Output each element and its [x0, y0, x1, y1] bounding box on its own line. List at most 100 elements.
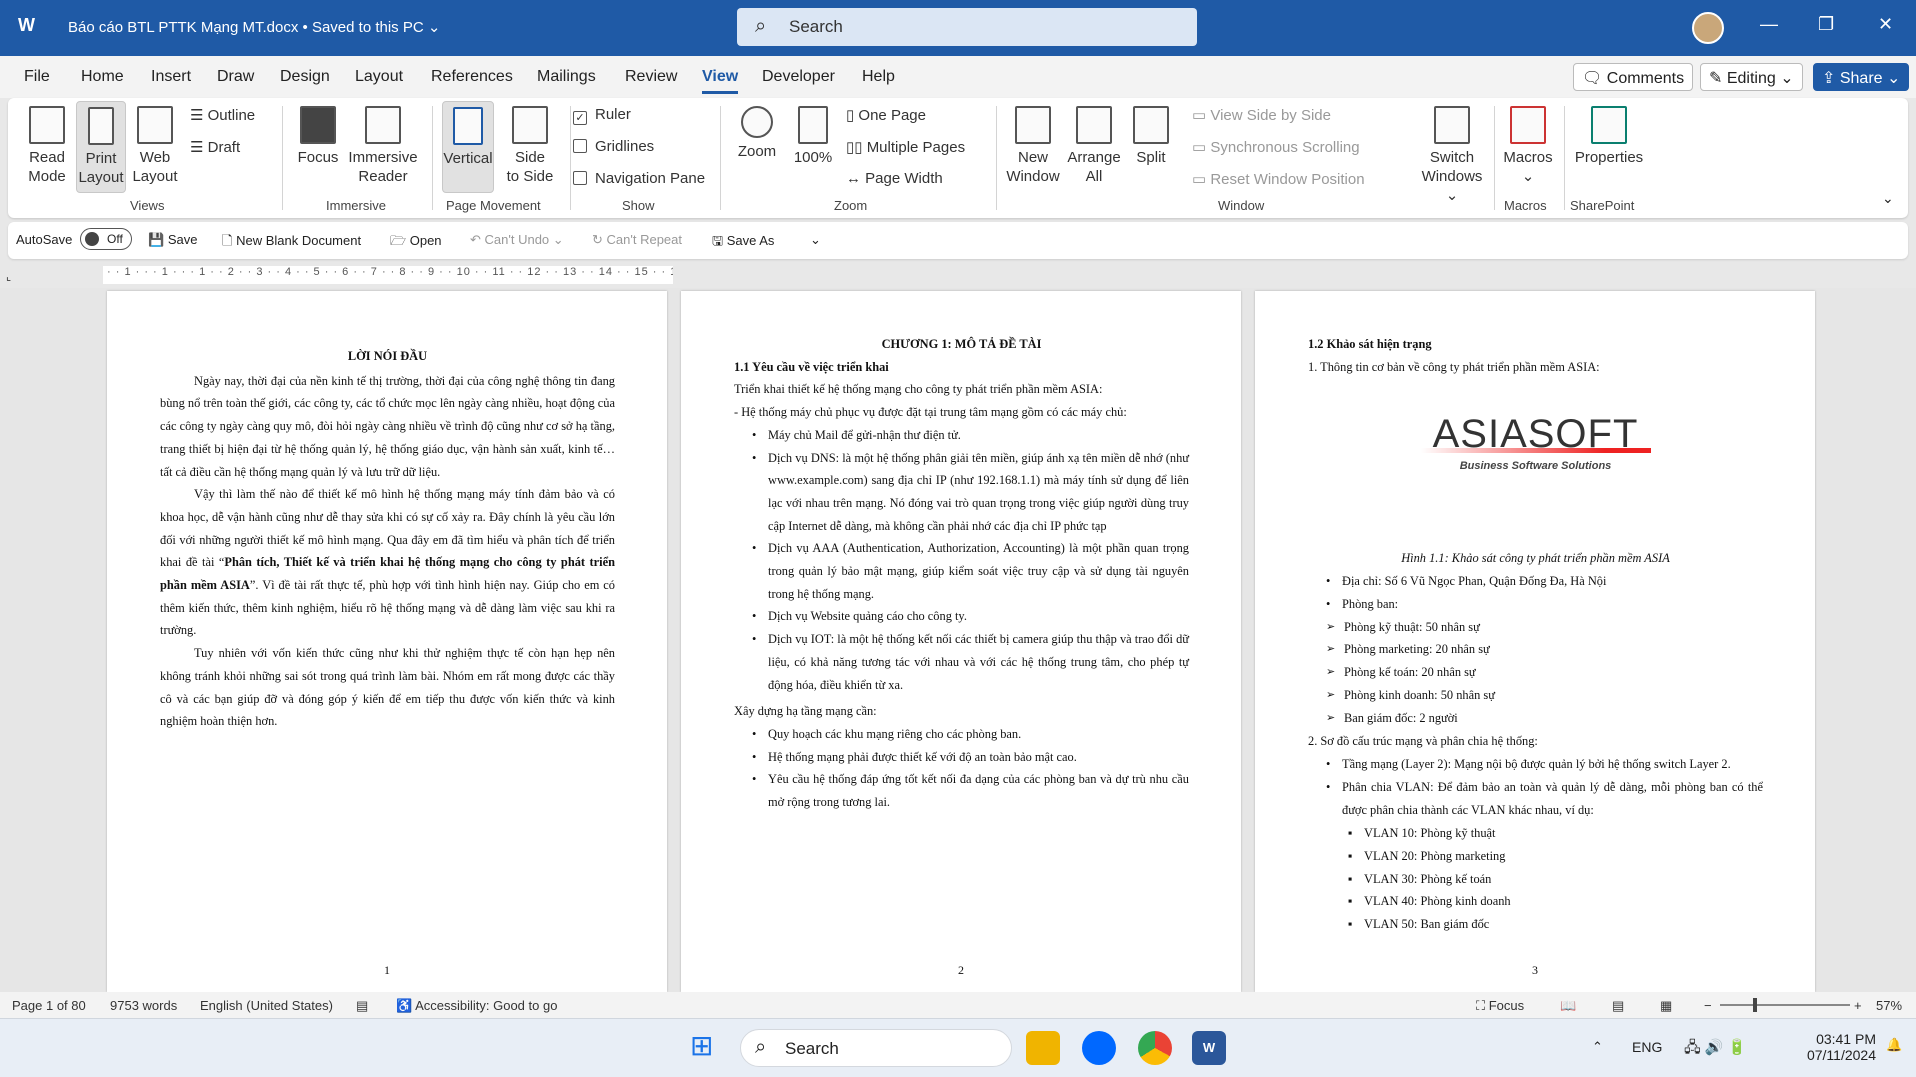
minimize-icon[interactable]: —: [1760, 14, 1778, 35]
reset-window-position-button[interactable]: ▭ Reset Window Position: [1192, 170, 1365, 188]
new-window-button[interactable]: New Window: [1004, 106, 1062, 186]
word-count[interactable]: 9753 words: [110, 998, 177, 1013]
navigation-pane-checkbox[interactable]: Navigation Pane: [573, 170, 705, 187]
tab-references[interactable]: References: [431, 68, 513, 86]
tab-developer[interactable]: Developer: [762, 68, 835, 86]
outline-button[interactable]: ☰ Outline: [190, 106, 255, 124]
read-mode-button[interactable]: Read Mode: [24, 106, 70, 186]
autosave-toggle[interactable]: Off: [80, 228, 132, 250]
share-button[interactable]: ⇪ Share ⌄: [1813, 63, 1910, 91]
new-blank-document-button[interactable]: 🗋 New Blank Document: [222, 232, 361, 254]
paragraph: 2. Sơ đồ cấu trúc mạng và phân chia hệ t…: [1308, 734, 1538, 749]
paragraph: Triển khai thiết kế hệ thống mạng cho cô…: [734, 382, 1103, 397]
tab-mailings[interactable]: Mailings: [537, 68, 596, 86]
focus-mode-button[interactable]: ⛶ Focus: [1476, 998, 1524, 1014]
view-side-by-side-button[interactable]: ▭ View Side by Side: [1192, 106, 1331, 124]
file-explorer-icon[interactable]: [1026, 1031, 1060, 1065]
page-icon: [88, 107, 114, 145]
restore-icon[interactable]: ❐: [1818, 14, 1834, 35]
one-page-button[interactable]: ▯ One Page: [846, 106, 926, 124]
tab-review[interactable]: Review: [625, 68, 677, 86]
side-to-side-button[interactable]: Side to Side: [500, 106, 560, 186]
department-list: Phòng kỹ thuật: 50 nhân sự Phòng marketi…: [1308, 616, 1763, 731]
tab-design[interactable]: Design: [280, 68, 330, 86]
collapse-ribbon-icon[interactable]: ⌄: [1882, 190, 1894, 207]
zoom-in-button[interactable]: +: [1854, 998, 1862, 1013]
track-changes-icon[interactable]: ▤: [356, 998, 368, 1014]
page-2: CHƯƠNG 1: MÔ TẢ ĐỀ TÀI 1.1 Yêu cầu về vi…: [681, 291, 1241, 992]
print-layout-button[interactable]: Print Layout: [76, 101, 126, 193]
list-item: Quy hoạch các khu mạng riêng cho các phò…: [734, 723, 1189, 746]
list-item: Phòng marketing: 20 nhân sự: [1308, 638, 1763, 661]
immersive-reader-button[interactable]: Immersive Reader: [346, 106, 420, 186]
tab-home[interactable]: Home: [81, 68, 124, 86]
list-item: Dịch vụ DNS: là một hệ thống phân giải t…: [734, 447, 1189, 538]
notification-icon[interactable]: 🔔: [1886, 1037, 1902, 1053]
taskbar-search[interactable]: ⌕ Search: [740, 1029, 1012, 1067]
tab-selector-icon[interactable]: ⌞: [6, 270, 11, 283]
read-mode-icon[interactable]: 📖: [1560, 998, 1576, 1014]
tab-draw[interactable]: Draw: [217, 68, 254, 86]
editing-mode-button[interactable]: ✎ Editing ⌄: [1700, 63, 1803, 91]
paragraph: Xây dựng hạ tầng mạng cần:: [734, 704, 877, 719]
print-layout-icon[interactable]: ▤: [1612, 998, 1624, 1014]
zoom-slider[interactable]: [1720, 998, 1850, 1012]
windows-start-icon[interactable]: ⊞: [690, 1029, 724, 1063]
zoom-100-button[interactable]: 100%: [790, 106, 836, 167]
tab-view[interactable]: View: [702, 68, 739, 94]
list-item: Phòng kế toán: 20 nhân sự: [1308, 661, 1763, 684]
clock[interactable]: 03:41 PM 07/11/2024: [1792, 1031, 1876, 1063]
word-taskbar-icon[interactable]: W: [1192, 1031, 1226, 1065]
macros-icon: [1510, 106, 1546, 144]
chrome-icon[interactable]: [1138, 1031, 1172, 1065]
zoom-button[interactable]: Zoom: [734, 106, 780, 161]
customize-qat-icon[interactable]: ⌄: [810, 232, 821, 248]
language-indicator[interactable]: English (United States): [200, 998, 333, 1013]
synchronous-scrolling-button[interactable]: ▭ Synchronous Scrolling: [1192, 138, 1360, 156]
focus-button[interactable]: Focus: [296, 106, 340, 167]
chapter-title: CHƯƠNG 1: MÔ TẢ ĐỀ TÀI: [881, 337, 1042, 351]
zoom-level[interactable]: 57%: [1876, 998, 1902, 1013]
ruler-checkbox[interactable]: ✓ Ruler: [573, 106, 631, 125]
web-layout-button[interactable]: Web Layout: [132, 106, 178, 186]
draft-button[interactable]: ☰ Draft: [190, 138, 240, 156]
web-layout-icon[interactable]: ▦: [1660, 998, 1672, 1014]
paragraph: 1. Thông tin cơ bản về công ty phát triể…: [1308, 359, 1600, 374]
horizontal-ruler[interactable]: · · 1 · · · 1 · · · 1 · · 2 · · 3 · · 4 …: [103, 266, 673, 284]
company-info-list: Địa chỉ: Số 6 Vũ Ngọc Phan, Quận Đống Đa…: [1308, 570, 1763, 616]
zoom-out-button[interactable]: −: [1704, 998, 1712, 1013]
page-3: 1.2 Khảo sát hiện trạng 1. Thông tin cơ …: [1255, 291, 1815, 992]
open-button[interactable]: 🗁 Open: [390, 232, 442, 254]
properties-button[interactable]: Properties: [1568, 106, 1650, 167]
macros-button[interactable]: Macros ⌄: [1498, 106, 1558, 186]
comments-button[interactable]: 🗨 Comments: [1573, 63, 1694, 91]
network-volume-battery-icons[interactable]: 🖧 🔊 🔋: [1684, 1037, 1746, 1062]
save-as-button[interactable]: 🖫 Save As: [712, 232, 774, 254]
document-title[interactable]: Báo cáo BTL PTTK Mạng MT.docx • Saved to…: [68, 18, 440, 36]
close-icon[interactable]: ✕: [1878, 14, 1893, 35]
search-box[interactable]: ⌕ Search: [737, 8, 1197, 46]
chevron-up-icon[interactable]: ⌃: [1592, 1039, 1603, 1055]
editing-label: Editing ⌄: [1726, 70, 1794, 87]
avatar[interactable]: [1692, 12, 1724, 44]
vertical-button[interactable]: Vertical: [442, 101, 494, 193]
zalo-icon[interactable]: [1082, 1031, 1116, 1065]
language-indicator[interactable]: ENG: [1632, 1039, 1662, 1055]
undo-button[interactable]: ↶ Can't Undo ⌄: [470, 232, 564, 248]
page-count[interactable]: Page 1 of 80: [12, 998, 86, 1013]
split-button[interactable]: Split: [1126, 106, 1176, 167]
multiple-pages-button[interactable]: ▯▯ Multiple Pages: [846, 138, 965, 156]
tab-insert[interactable]: Insert: [151, 68, 191, 86]
gridlines-checkbox[interactable]: Gridlines: [573, 138, 654, 155]
checkbox-checked-icon: ✓: [573, 111, 587, 125]
tab-layout[interactable]: Layout: [355, 68, 403, 86]
accessibility-button[interactable]: ♿ Accessibility: Good to go: [396, 998, 557, 1014]
arrange-all-button[interactable]: Arrange All: [1064, 106, 1124, 186]
page-width-button[interactable]: ↔ Page Width: [846, 170, 943, 187]
tab-help[interactable]: Help: [862, 68, 895, 86]
switch-windows-button[interactable]: Switch Windows ⌄: [1416, 106, 1488, 205]
list-item: VLAN 40: Phòng kinh doanh: [1308, 890, 1763, 913]
tab-file[interactable]: File: [24, 68, 50, 86]
save-button[interactable]: 💾 Save: [148, 232, 197, 248]
repeat-button[interactable]: ↻ Can't Repeat: [592, 232, 682, 248]
